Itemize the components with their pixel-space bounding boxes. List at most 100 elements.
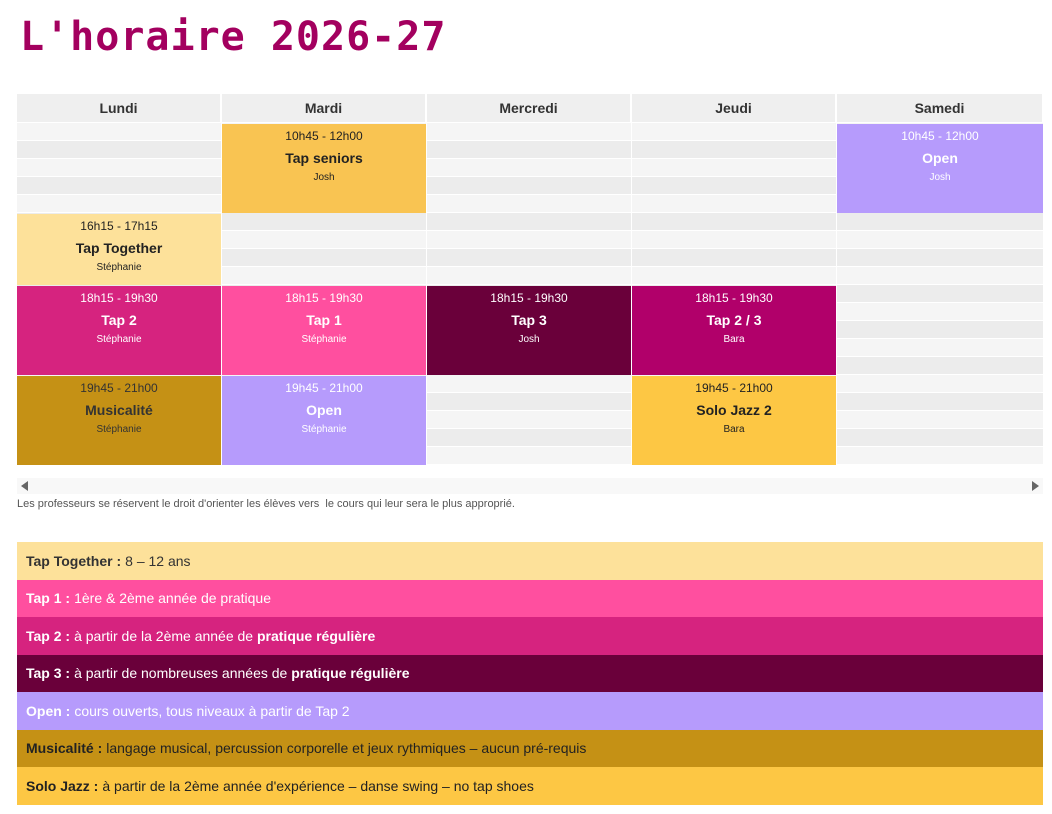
- legend-label: Tap 2 :: [26, 627, 71, 644]
- class-time: 19h45 - 21h00: [695, 381, 773, 395]
- class-block-tap-1[interactable]: 18h15 - 19h30 Tap 1 Stéphanie: [222, 286, 426, 375]
- empty-timeslot: [222, 249, 426, 266]
- empty-timeslot: [427, 267, 631, 284]
- class-teacher: Josh: [518, 334, 540, 345]
- legend-row: Tap 1 :1ère & 2ème année de pratique: [17, 579, 1043, 617]
- class-teacher: Bara: [723, 334, 745, 345]
- class-name: Tap 2: [101, 312, 137, 328]
- empty-timeslot: [427, 249, 631, 266]
- class-name: Solo Jazz 2: [696, 402, 772, 418]
- legend-description: à partir de nombreuses années de: [74, 665, 292, 682]
- legend-label: Tap 3 :: [26, 665, 71, 682]
- empty-timeslot: [17, 159, 221, 176]
- empty-timeslot: [17, 195, 221, 212]
- legend-row: Tap Together :8 – 12 ans: [17, 542, 1043, 580]
- empty-timeslot: [632, 141, 836, 158]
- class-time: 18h15 - 19h30: [695, 291, 773, 305]
- disclaimer-note: Les professeurs se réservent le droit d'…: [17, 498, 515, 510]
- page-title: L'horaire 2026-27: [20, 14, 447, 60]
- class-time: 18h15 - 19h30: [80, 291, 158, 305]
- empty-timeslot: [837, 285, 1043, 302]
- class-name: Tap 1: [306, 312, 342, 328]
- class-block-open[interactable]: 10h45 - 12h00 Open Josh: [837, 124, 1043, 213]
- class-time: 18h15 - 19h30: [285, 291, 363, 305]
- class-teacher: Stéphanie: [96, 334, 142, 345]
- class-block-musicalit-[interactable]: 19h45 - 21h00 Musicalité Stéphanie: [17, 376, 221, 465]
- empty-timeslot: [427, 159, 631, 176]
- empty-timeslot: [837, 321, 1043, 338]
- legend-description: 8 – 12 ans: [125, 552, 191, 569]
- class-teacher: Josh: [313, 172, 335, 183]
- legend-description: 1ère & 2ème année de pratique: [74, 590, 272, 607]
- legend-description: cours ouverts, tous niveaux à partir de …: [74, 702, 350, 719]
- empty-timeslot: [222, 231, 426, 248]
- empty-timeslot: [222, 267, 426, 284]
- legend-label: Tap Together :: [26, 552, 122, 569]
- empty-timeslot: [427, 213, 631, 230]
- empty-timeslot: [632, 213, 836, 230]
- empty-timeslot: [837, 213, 1043, 230]
- class-block-tap-2-3[interactable]: 18h15 - 19h30 Tap 2 / 3 Bara: [632, 286, 836, 375]
- legend-label: Open :: [26, 702, 71, 719]
- class-name: Tap seniors: [285, 150, 363, 166]
- class-block-tap-together[interactable]: 16h15 - 17h15 Tap Together Stéphanie: [17, 214, 221, 285]
- empty-timeslot: [427, 375, 631, 392]
- empty-timeslot: [632, 267, 836, 284]
- empty-timeslot: [427, 393, 631, 410]
- class-block-tap-seniors[interactable]: 10h45 - 12h00 Tap seniors Josh: [222, 124, 426, 213]
- empty-timeslot: [837, 357, 1043, 374]
- legend-label: Musicalité :: [26, 740, 103, 757]
- class-name: Open: [922, 150, 958, 166]
- empty-timeslot: [837, 267, 1043, 284]
- scroll-right-icon[interactable]: [1032, 481, 1039, 491]
- legend-row: Tap 2 :à partir de la 2ème année de prat…: [17, 617, 1043, 655]
- scroll-left-icon[interactable]: [21, 481, 28, 491]
- empty-timeslot: [837, 375, 1043, 392]
- class-teacher: Stéphanie: [96, 262, 142, 273]
- legend-row: Solo Jazz :à partir de la 2ème année d'e…: [17, 767, 1043, 805]
- class-time: 19h45 - 21h00: [285, 381, 363, 395]
- class-teacher: Stéphanie: [301, 424, 347, 435]
- class-teacher: Josh: [929, 172, 951, 183]
- class-time: 16h15 - 17h15: [80, 219, 158, 233]
- legend-label: Tap 1 :: [26, 590, 71, 607]
- empty-timeslot: [837, 429, 1043, 446]
- class-block-solo-jazz-2[interactable]: 19h45 - 21h00 Solo Jazz 2 Bara: [632, 376, 836, 465]
- empty-timeslot: [837, 303, 1043, 320]
- legend-row: Musicalité : langage musical, percussion …: [17, 729, 1043, 767]
- empty-timeslot: [632, 249, 836, 266]
- empty-timeslot: [837, 447, 1043, 464]
- horizontal-scrollbar[interactable]: [17, 478, 1043, 494]
- schedule-grid: Lundi Mardi Mercredi Jeudi Samedi 10h45 - 12h…: [17, 94, 1043, 466]
- empty-timeslot: [632, 231, 836, 248]
- day-header-samedi: Samedi: [837, 94, 1043, 122]
- empty-timeslot: [837, 231, 1043, 248]
- course-legend: Tap Together :8 – 12 ans Tap 1 :1ère & 2è…: [17, 542, 1043, 805]
- empty-timeslot: [427, 123, 631, 140]
- legend-emphasis: pratique régulière: [291, 665, 410, 682]
- empty-timeslot: [427, 429, 631, 446]
- day-header-jeudi: Jeudi: [632, 94, 836, 122]
- day-header-lundi: Lundi: [17, 94, 221, 122]
- empty-timeslot: [427, 141, 631, 158]
- class-time: 10h45 - 12h00: [285, 129, 363, 143]
- class-block-tap-3[interactable]: 18h15 - 19h30 Tap 3 Josh: [427, 286, 631, 375]
- empty-timeslot: [427, 231, 631, 248]
- empty-timeslot: [17, 141, 221, 158]
- legend-row: Open : cours ouverts, tous niveaux à part…: [17, 692, 1043, 730]
- class-name: Tap 2 / 3: [706, 312, 762, 328]
- class-teacher: Stéphanie: [301, 334, 347, 345]
- empty-timeslot: [837, 339, 1043, 356]
- legend-description: langage musical, percussion corporelle e…: [106, 740, 587, 757]
- class-name: Open: [306, 402, 342, 418]
- legend-description: à partir de la 2ème année d'expérience –…: [102, 777, 534, 794]
- empty-timeslot: [837, 393, 1043, 410]
- day-header-mardi: Mardi: [222, 94, 426, 122]
- class-block-open[interactable]: 19h45 - 21h00 Open Stéphanie: [222, 376, 426, 465]
- class-teacher: Stéphanie: [96, 424, 142, 435]
- class-time: 18h15 - 19h30: [490, 291, 568, 305]
- empty-timeslot: [427, 411, 631, 428]
- empty-timeslot: [427, 177, 631, 194]
- class-block-tap-2[interactable]: 18h15 - 19h30 Tap 2 Stéphanie: [17, 286, 221, 375]
- day-header-mercredi: Mercredi: [427, 94, 631, 122]
